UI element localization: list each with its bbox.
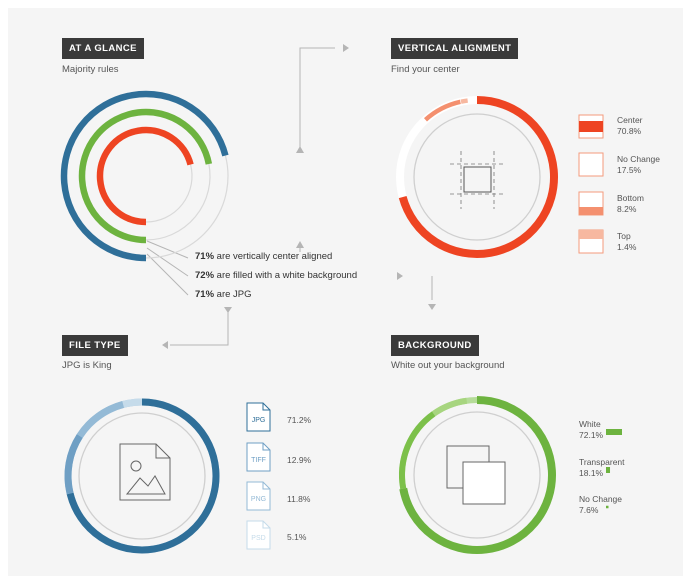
legend-bottom: Bottom 8.2% [617,193,644,215]
arrow-head-icon [296,146,304,153]
background-subtitle: White out your background [391,360,505,371]
arrow-head-icon [296,241,304,248]
donut-segment [460,98,468,104]
file-type-donut [64,398,220,554]
mountain-shape [125,475,166,495]
donut-segment [399,411,436,490]
file-outline [119,443,171,501]
legend-label: Transparent [579,457,625,467]
legend-label: Center [617,115,643,125]
arrow-head-icon [428,304,436,310]
legend-label: White [579,419,601,429]
legend-transparent: Transparent 18.1% [579,457,625,479]
image-file-icon [119,443,171,501]
donut-segment [76,401,125,438]
legend-top: Top 1.4% [617,231,636,253]
legend-psd-value: 5.1% [287,532,307,542]
legend-value: 18.1% [579,468,604,478]
legend-tiff-value: 12.9% [287,455,312,465]
file-type-label: TIFF [251,457,266,464]
stat-center-aligned: 71% are vertically center aligned [195,251,332,262]
stat-jpg: 71% are JPG [195,289,252,300]
filetype-subtitle: JPG is King [62,360,112,371]
legend-label: No Change [617,154,661,164]
donut-segment [122,398,143,408]
connector-line [146,253,189,296]
sun-shape [130,460,142,472]
file-type-label: PSD [251,535,265,542]
arrow-head-icon [224,307,232,313]
connector-line [146,247,189,277]
donut-segment [64,434,83,495]
ring-bar [96,126,194,226]
front-square [462,461,506,505]
legend-swatch [578,152,604,177]
stat-white-background: 72% are filled with a white background [195,270,357,281]
arrow-head-icon [162,341,168,349]
legend-value: 8.2% [617,204,637,214]
legend-label: Bottom [617,193,644,203]
vertical-subtitle: Find your center [391,64,460,75]
stat-value: 72% [195,270,215,281]
legend-value: 1.4% [617,242,637,252]
legend-label: Top [617,231,631,241]
arrow-head-icon [397,272,403,280]
legend-jpg-value: 71.2% [287,415,312,425]
connector-arrows [146,44,436,349]
square-shape [463,166,492,193]
legend-png-value: 11.8% [287,494,311,504]
background-header: BACKGROUND [391,335,479,356]
ring-track [145,155,229,259]
glance-header: AT A GLANCE [62,38,144,59]
legend-value: 72.1% [579,430,604,440]
stat-label: are filled with a white background [214,270,358,281]
stat-value: 71% [195,251,215,262]
legend-center: Center 70.8% [617,115,643,137]
legend-value: 17.5% [617,165,642,175]
legend-no-change: No Change 17.5% [617,154,660,176]
layers-icon [446,445,506,505]
ring-track [145,164,193,223]
donut-segment [431,397,468,417]
legend-no-change-bg: No Change 7.6% [579,494,622,516]
vertical-legend-swatches [578,114,604,254]
center-alignment-icon [450,151,505,209]
stat-value: 71% [195,289,215,300]
file-type-label: JPG [252,417,266,424]
legend-bar [606,429,622,435]
file-type-label: PNG [251,496,266,503]
ring-bar [60,90,229,262]
connector-line [299,47,335,150]
connector-line [170,310,229,346]
legend-value: 70.8% [617,126,642,136]
glance-subtitle: Majority rules [62,64,119,75]
vertical-alignment-donut [396,96,558,258]
legend-white: White 72.1% [579,419,603,441]
swatch-fill-bottom [579,207,603,215]
vertical-header: VERTICAL ALIGNMENT [391,38,519,59]
swatch-fill-top [579,230,603,239]
file-type-legend-icons: JPG TIFF PNG PSD [246,402,271,550]
inner-ring [413,113,541,241]
inner-ring [78,412,206,540]
swatch-fill-center [579,121,603,132]
filetype-header: FILE TYPE [62,335,128,356]
arrow-head-icon [343,44,349,52]
ring-track [145,163,211,241]
stat-label: are vertically center aligned [214,251,333,262]
legend-value: 7.6% [579,505,599,515]
legend-label: No Change [579,494,623,504]
glance-radial-chart [60,90,229,262]
stat-label: are JPG [214,289,252,300]
